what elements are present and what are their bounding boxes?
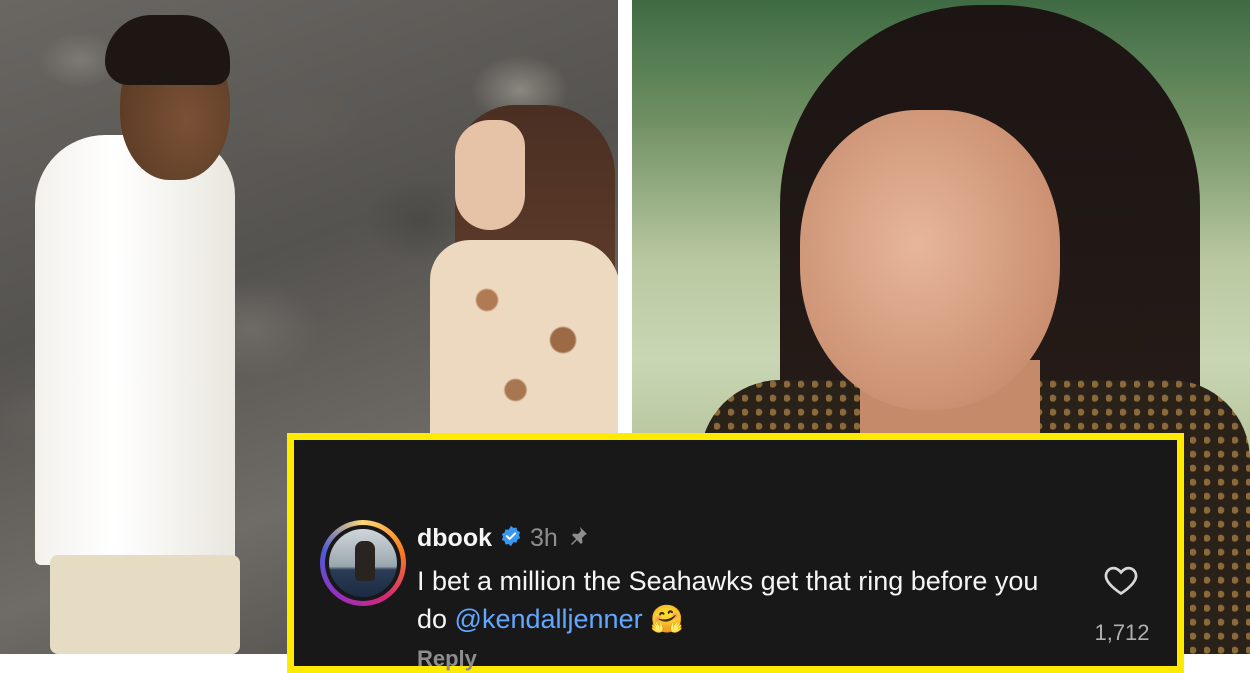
woman-blouse (430, 240, 618, 440)
like-count: 1,712 (1094, 620, 1150, 645)
comment-header: dbook 3h (417, 521, 590, 555)
comment-username[interactable]: dbook (417, 524, 492, 553)
story-ring[interactable] (320, 520, 406, 606)
comment-timestamp: 3h (530, 523, 558, 552)
avatar (325, 525, 401, 601)
avatar-image (329, 529, 397, 597)
man-hair (105, 15, 230, 85)
comment-card: dbook 3h I bet a million the Seahawks ge… (287, 433, 1184, 673)
woman-face (455, 120, 525, 230)
woman-face-portrait (800, 110, 1060, 410)
comment-text: I bet a million the Seahawks get that ri… (417, 562, 1057, 638)
man-pants (50, 555, 240, 654)
reply-button[interactable]: Reply (417, 646, 477, 672)
pin-icon (566, 524, 590, 553)
verified-badge-icon (500, 525, 522, 552)
mention-link[interactable]: @kendalljenner (455, 604, 643, 634)
heart-outline-icon[interactable] (1102, 561, 1140, 599)
man-figure (35, 135, 235, 565)
hugging-emoji: 🤗 (650, 604, 684, 634)
